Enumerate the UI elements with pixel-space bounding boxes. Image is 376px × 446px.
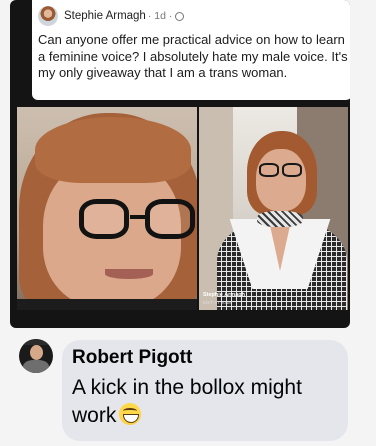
comment-body: A kick in the bollox might work [72,374,342,430]
post-header: Stephie Armagh · 1d · [38,6,185,26]
author-avatar[interactable] [38,6,58,26]
avatar-body [23,360,49,373]
post-photo-full[interactable]: Stephie Armagh EDIT AT 2048 [199,107,348,310]
post-author[interactable]: Stephie Armagh [64,10,146,22]
post-time[interactable]: · 1d · [148,10,173,22]
grinning-face-icon [119,403,142,425]
comment-bubble: Robert Pigott A kick in the bollox might… [62,340,348,441]
comment-author[interactable]: Robert Pigott [72,347,192,369]
photo-shirt [17,299,197,310]
post-card: Stephie Armagh · 1d · Can anyone offer m… [32,0,350,100]
photo-face [256,149,306,211]
photo-mouth [105,269,153,279]
post-text: Can anyone offer me practical advice on … [38,32,348,80]
avatar-face [30,345,43,360]
glasses-lens-left [259,163,279,177]
photo-watermark-name: Stephie Armagh [203,292,245,298]
photo-scarf [257,211,303,227]
commenter-avatar[interactable] [19,339,53,373]
photo-watermark-sub: EDIT AT 2048 [203,300,231,305]
glasses-lens-left [79,199,129,239]
glasses-bridge [130,215,148,219]
glasses-lens-right [282,163,302,177]
photo-fringe [35,117,191,183]
glasses-lens-right [145,199,195,239]
globe-icon [175,11,185,21]
comment-text: A kick in the bollox might work [72,376,302,427]
post-photo-closeup[interactable] [17,107,197,310]
